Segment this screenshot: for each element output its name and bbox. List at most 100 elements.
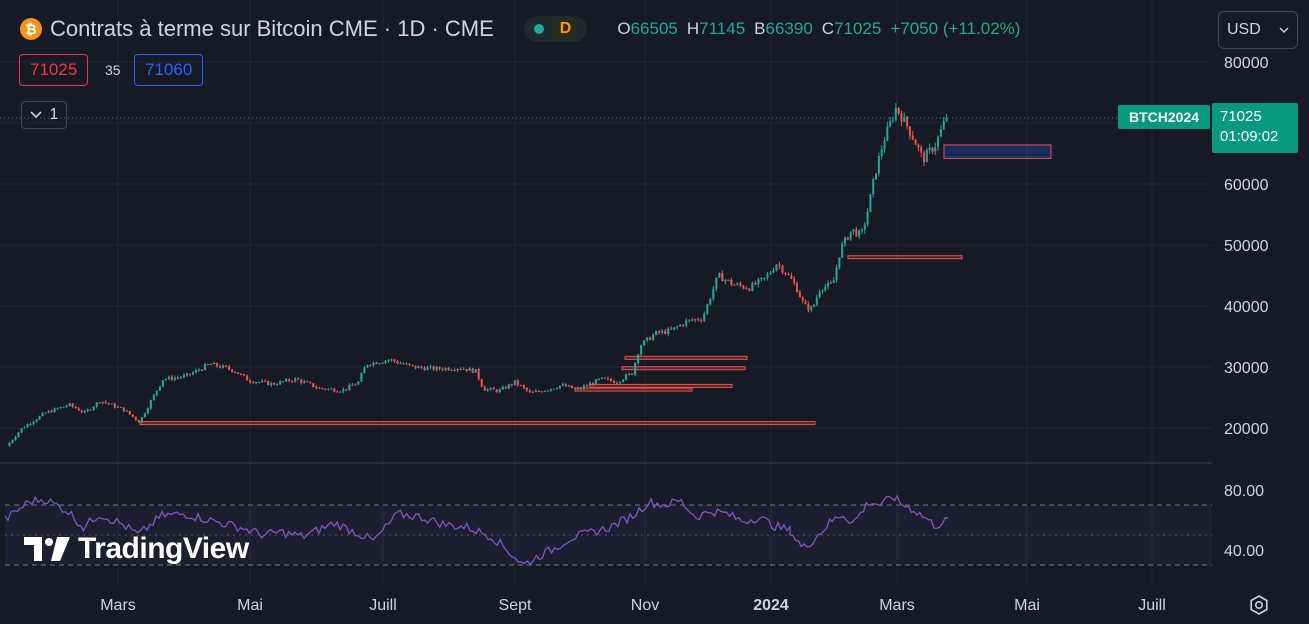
candle-body xyxy=(291,381,294,383)
candle-body xyxy=(396,361,399,364)
market-status[interactable]: D xyxy=(523,16,588,42)
candle-body xyxy=(182,375,186,378)
candle-body xyxy=(872,179,875,195)
candle-body xyxy=(77,408,80,411)
low-value: 66390 xyxy=(765,19,813,38)
candle-body xyxy=(35,419,38,422)
candle-body xyxy=(727,279,730,281)
candle-body xyxy=(354,384,357,386)
interval-badge: D xyxy=(553,18,578,40)
candle-body xyxy=(8,442,11,447)
candle-body xyxy=(694,319,697,321)
candle-body xyxy=(206,364,210,366)
candle-body xyxy=(849,231,852,240)
indicators-toggle[interactable]: 1 xyxy=(21,101,67,129)
candle-body xyxy=(342,389,345,392)
candle-body xyxy=(742,285,745,289)
candle-body xyxy=(474,369,477,373)
support-zone xyxy=(589,383,733,388)
rsi-tick-label: 80.00 xyxy=(1224,483,1264,500)
support-zone xyxy=(139,421,816,426)
candle-body xyxy=(267,381,270,386)
candle-body xyxy=(628,373,631,375)
candle-body xyxy=(754,282,757,285)
candle-body xyxy=(56,408,59,410)
candle-body xyxy=(537,390,540,392)
candle-body xyxy=(637,354,640,364)
candle-body xyxy=(945,118,948,121)
candle-body xyxy=(688,319,691,321)
candle-body xyxy=(670,328,673,330)
candle-body xyxy=(237,372,240,374)
candle-body xyxy=(438,366,441,370)
candle-body xyxy=(810,306,813,310)
candle-body xyxy=(191,372,195,375)
buy-button[interactable]: 71060 xyxy=(134,54,204,86)
candle-body xyxy=(240,373,243,375)
candle-body xyxy=(877,156,880,174)
candle-body xyxy=(543,390,546,392)
candle-body xyxy=(252,382,255,384)
candle-body xyxy=(336,391,339,393)
candle-body xyxy=(588,383,592,386)
candle-body xyxy=(17,432,20,437)
candle-body xyxy=(903,116,906,122)
candle-body xyxy=(824,286,827,291)
candle-body xyxy=(507,384,510,389)
settings-icon[interactable] xyxy=(1248,594,1270,616)
candle-body xyxy=(306,381,309,383)
candle-body xyxy=(47,410,50,413)
candle-body xyxy=(309,382,312,384)
candle-body xyxy=(369,364,372,366)
candle-body xyxy=(80,410,83,413)
candle-body xyxy=(664,330,667,334)
candle-body xyxy=(796,283,799,293)
tradingview-logo[interactable]: TradingView xyxy=(24,532,249,566)
candle-body xyxy=(718,272,721,278)
currency-value: USD xyxy=(1227,21,1261,38)
candle-body xyxy=(285,379,288,382)
candle-body xyxy=(801,297,804,301)
candle-body xyxy=(225,365,228,367)
candle-body xyxy=(625,374,628,380)
candle-body xyxy=(26,424,29,428)
candle-body xyxy=(606,378,610,380)
candle-body xyxy=(558,385,561,389)
candle-body xyxy=(128,410,131,415)
candle-body xyxy=(923,152,926,163)
candle-body xyxy=(471,368,474,373)
candle-body xyxy=(249,380,252,383)
candle-body xyxy=(492,388,495,390)
candle-body xyxy=(649,337,652,340)
candle-body xyxy=(315,387,318,389)
last-price: 71025 xyxy=(1220,108,1262,125)
candle-body xyxy=(522,385,525,388)
sell-button[interactable]: 71025 xyxy=(19,54,89,86)
time-tick-label: Sept xyxy=(499,597,532,614)
candle-body xyxy=(468,368,471,371)
candle-body xyxy=(372,362,375,366)
candle-body xyxy=(258,382,261,384)
candle-body xyxy=(209,364,213,366)
candle-body xyxy=(243,374,246,376)
candle-body xyxy=(215,362,219,367)
price-tick-label: 60000 xyxy=(1224,177,1269,194)
currency-select[interactable]: USD xyxy=(1218,11,1298,49)
candle-body xyxy=(131,414,134,417)
candle-body xyxy=(619,381,622,383)
candle-body xyxy=(197,369,201,371)
rsi-axis[interactable]: 80.00 40.00 xyxy=(1224,483,1264,560)
symbol-title[interactable]: Contrats à terme sur Bitcoin CME · 1D · … xyxy=(50,16,494,42)
time-axis[interactable]: Mars Mai Juill Sept Nov 2024 Mars Mai Juill xyxy=(100,597,1166,614)
time-tick-label: Nov xyxy=(631,597,659,614)
price-chart[interactable]: 80000700006000050000400003000020000 80.0… xyxy=(0,0,1309,624)
candle-body xyxy=(155,390,158,395)
candle-body xyxy=(330,388,333,390)
open-value: 66505 xyxy=(630,19,678,38)
candle-body xyxy=(757,279,760,285)
candle-body xyxy=(143,413,146,418)
candle-body xyxy=(815,297,818,305)
candle-body xyxy=(931,147,934,152)
candle-body xyxy=(59,407,62,409)
candle-body xyxy=(408,363,411,365)
